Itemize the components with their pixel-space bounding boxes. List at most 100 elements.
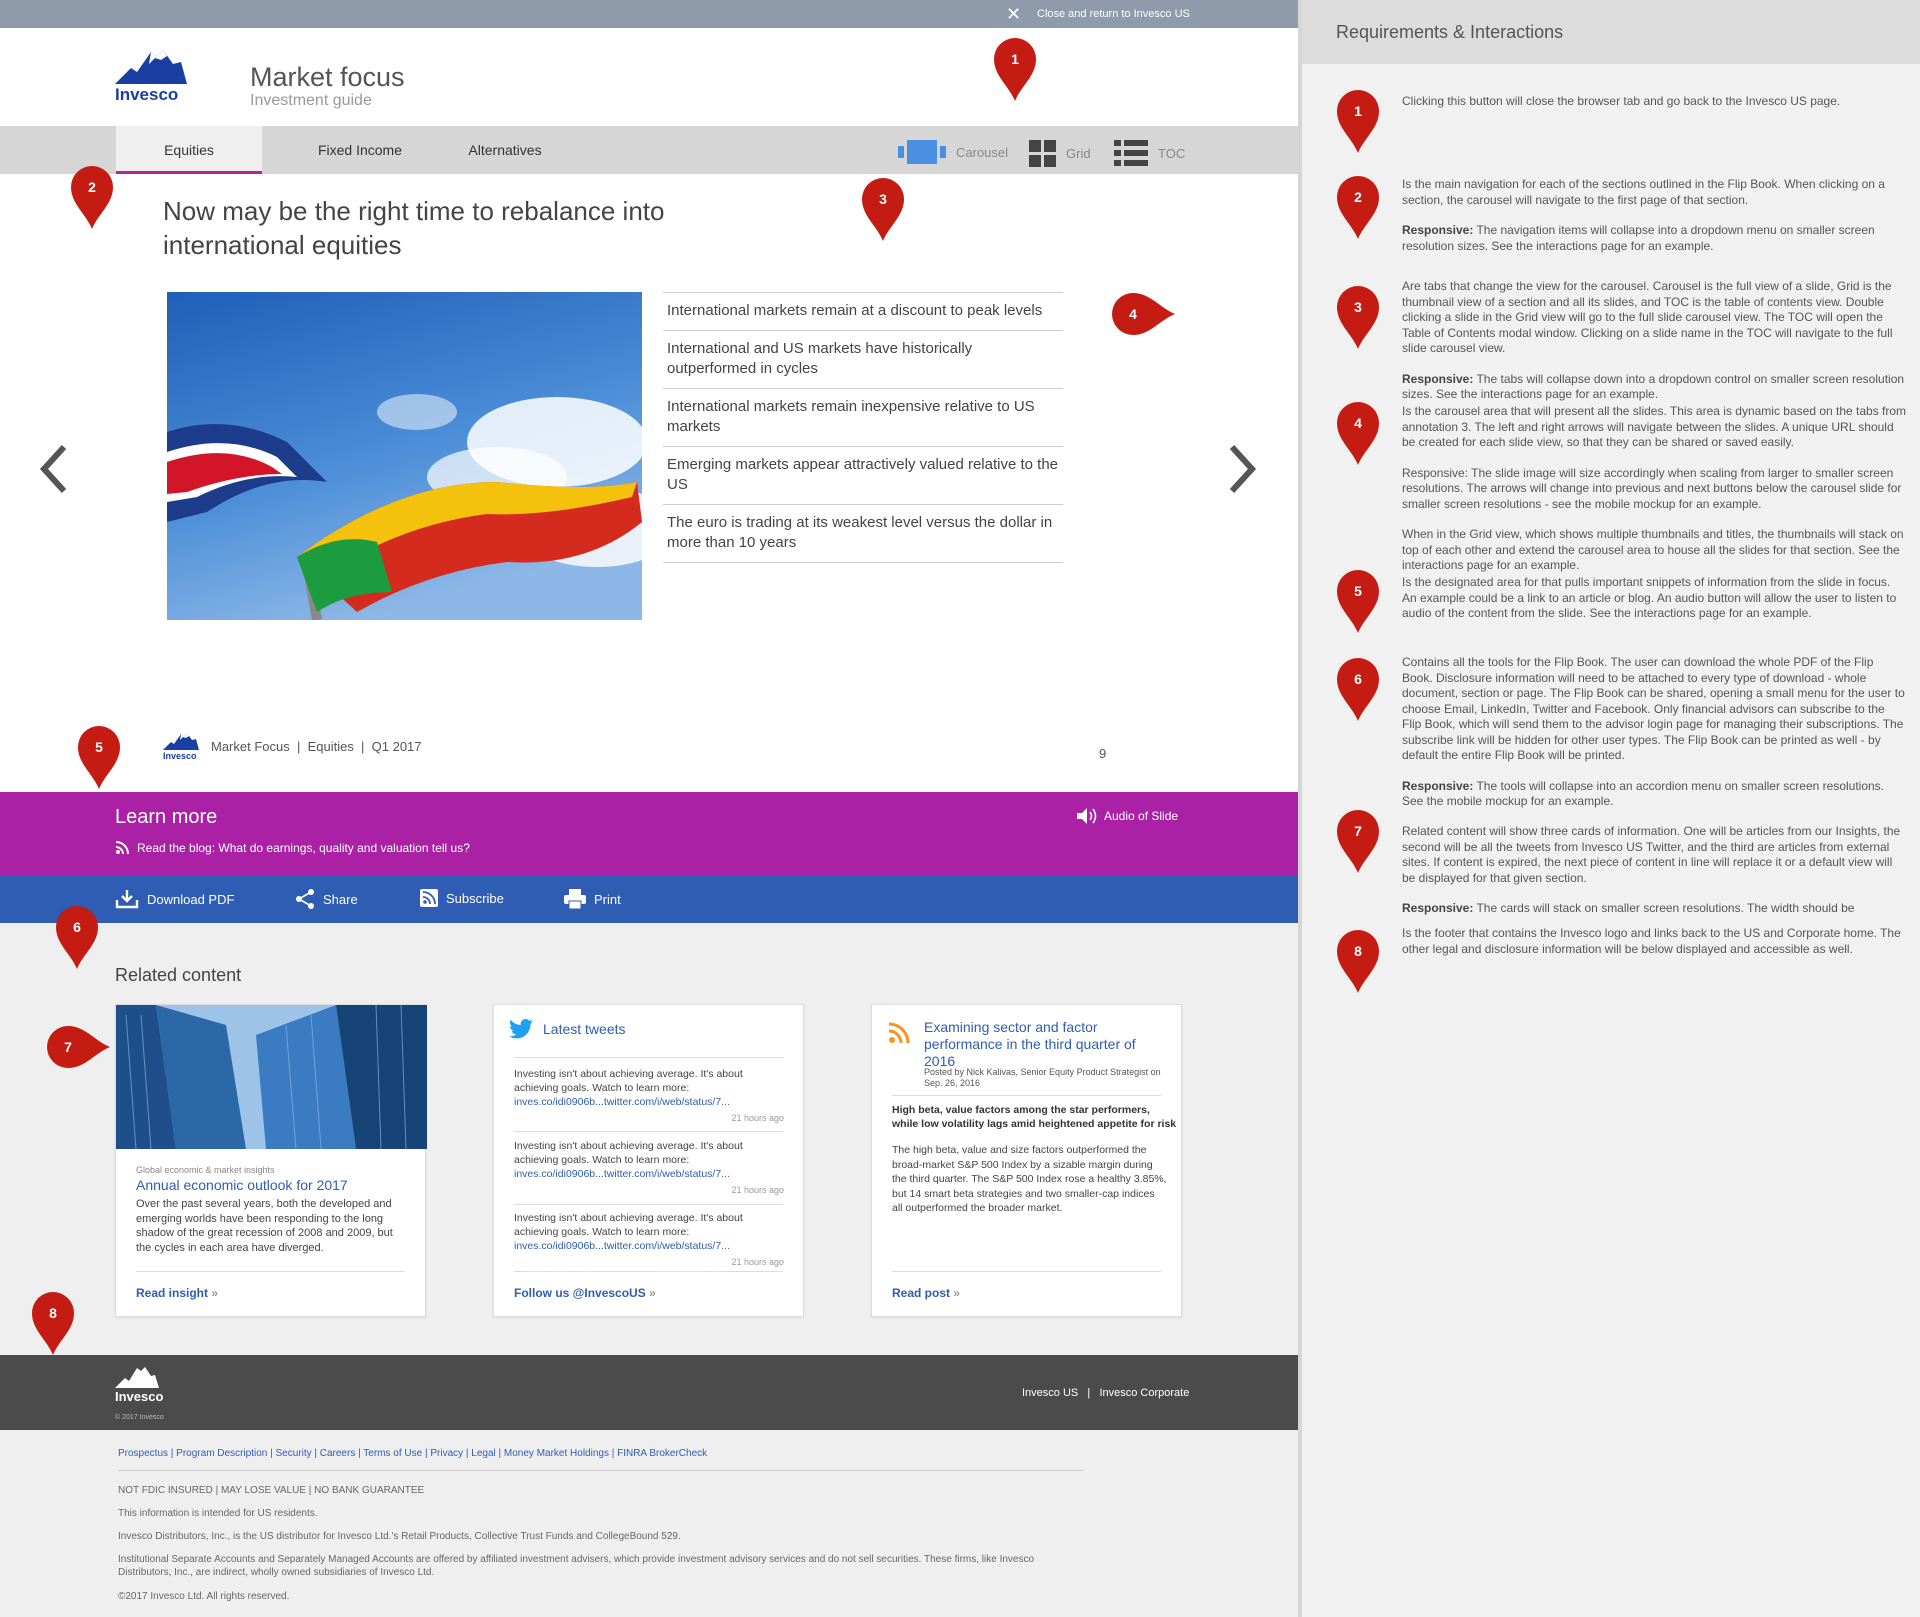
skyscraper-photo <box>116 1005 427 1149</box>
annotation-pin-1: 1 <box>1335 88 1381 154</box>
close-icon[interactable]: ✕ <box>1006 5 1021 23</box>
audio-button[interactable]: Audio of Slide <box>1076 807 1178 825</box>
tweet-link[interactable]: inves.co/idi0906b...twitter.com/i/web/st… <box>514 1240 730 1252</box>
svg-text:3: 3 <box>879 191 887 207</box>
logo-wordmark: Invesco <box>115 85 179 104</box>
tab-fixed-income[interactable]: Fixed Income <box>290 126 430 174</box>
annotation-pin-5: 5 <box>1335 568 1381 634</box>
audio-label: Audio of Slide <box>1104 809 1179 823</box>
top-bar: ✕ Close and return to Invesco US <box>0 0 1298 28</box>
legal-line: Institutional Separate Accounts and Sepa… <box>118 1554 1035 1578</box>
invesco-mountain-icon <box>115 48 187 84</box>
close-return-link[interactable]: Close and return to Invesco US <box>1037 8 1190 20</box>
annotation-pin-7: 7 <box>1335 808 1381 874</box>
annotation-pin-2: 2 <box>69 164 115 230</box>
print-button[interactable]: Print <box>564 889 621 909</box>
blog-link[interactable]: Read the blog: What do earnings, quality… <box>115 841 470 855</box>
flags-photo <box>167 292 642 620</box>
read-insight-link[interactable]: Read insight » <box>136 1286 218 1300</box>
post-title[interactable]: Examining sector and factor performance … <box>924 1019 1164 1070</box>
requirement-5: Is the designated area for that pulls im… <box>1402 575 1897 620</box>
printer-icon <box>564 889 586 909</box>
footer-copyright: © 2017 Invesco <box>115 1414 164 1421</box>
requirement-3: Are tabs that change the view for the ca… <box>1402 279 1905 401</box>
legal-line: NOT FDIC INSURED | MAY LOSE VALUE | NO B… <box>118 1485 425 1496</box>
insight-title[interactable]: Annual economic outlook for 2017 <box>136 1177 348 1193</box>
annotation-pin-3: 3 <box>1335 284 1381 350</box>
legal-links[interactable]: Prospectus | Program Description | Secur… <box>118 1448 707 1459</box>
flipbook-mockup: ✕ Close and return to Invesco US Invesco… <box>0 0 1298 1617</box>
svg-text:2: 2 <box>88 179 96 195</box>
tab-alternatives[interactable]: Alternatives <box>444 126 566 174</box>
learn-more-title: Learn more <box>115 806 218 828</box>
requirement-7: Related content will show three cards of… <box>1402 824 1901 915</box>
download-pdf-button[interactable]: Download PDF <box>115 889 234 909</box>
footer-logo[interactable]: Invesco <box>115 1366 163 1404</box>
view-tab-carousel[interactable]: Carousel <box>898 140 1008 164</box>
svg-text:6: 6 <box>1354 671 1362 687</box>
carousel-slide: Now may be the right time to rebalance i… <box>0 174 1298 792</box>
share-button[interactable]: Share <box>295 889 358 909</box>
tweet-item: Investing isn't about achieving average.… <box>514 1211 784 1267</box>
requirement-2: Is the main navigation for each of the s… <box>1402 177 1885 253</box>
invesco-logo[interactable]: Invesco <box>115 48 187 105</box>
carousel-icon <box>898 140 946 164</box>
insight-card: Global economic & market insights Annual… <box>115 1004 427 1317</box>
slide-footer-text: Market Focus | Equities | Q1 2017 <box>211 739 422 754</box>
panel-title: Requirements & Interactions <box>1336 22 1564 42</box>
chevron-left-icon[interactable] <box>38 444 68 494</box>
invesco-mountain-icon <box>115 1367 159 1388</box>
view-tab-toc[interactable]: TOC <box>1114 140 1185 167</box>
tweets-title: Latest tweets <box>543 1021 626 1037</box>
slide-bullet-list: International markets remain at a discou… <box>663 292 1063 563</box>
tweet-link[interactable]: inves.co/idi0906b...twitter.com/i/web/st… <box>514 1096 730 1108</box>
post-body: The high beta, value and size factors ou… <box>892 1144 1167 1214</box>
annotation-pin-6: 6 <box>54 904 100 970</box>
annotation-pin-4: 4 <box>1335 400 1381 466</box>
svg-text:7: 7 <box>64 1039 72 1055</box>
twitter-bird-icon <box>509 1019 533 1039</box>
list-item: The euro is trading at its weakest level… <box>663 505 1063 563</box>
annotation-pin-8: 8 <box>30 1290 76 1356</box>
header: Invesco Market focus Investment guide <box>0 28 1298 126</box>
logo-wordmark: Invesco <box>163 751 197 761</box>
panel-header: Requirements & Interactions <box>1302 0 1920 64</box>
svg-text:4: 4 <box>1129 306 1137 322</box>
chevron-right-icon[interactable] <box>1228 444 1258 494</box>
requirement-1: Clicking this button will close the brow… <box>1402 94 1841 108</box>
share-icon <box>296 889 314 909</box>
view-tab-grid[interactable]: Grid <box>1029 140 1091 167</box>
slide-title: Now may be the right time to rebalance i… <box>163 196 665 260</box>
tab-equities[interactable]: Equities <box>116 126 262 180</box>
svg-text:8: 8 <box>49 1305 57 1321</box>
requirement-4: Is the carousel area that will present a… <box>1402 404 1907 572</box>
list-item: International and US markets have histor… <box>663 331 1063 389</box>
post-lede: High beta, value factors among the star … <box>892 1104 1177 1130</box>
divider <box>118 1470 1083 1471</box>
svg-text:1: 1 <box>1011 51 1019 67</box>
svg-text:5: 5 <box>1354 583 1362 599</box>
svg-text:4: 4 <box>1354 415 1362 431</box>
download-icon <box>115 890 139 909</box>
read-post-link[interactable]: Read post » <box>892 1286 960 1300</box>
tool-label: Download PDF <box>147 891 235 907</box>
follow-us-link[interactable]: Follow us @InvescoUS » <box>514 1286 656 1300</box>
tools-bar: Download PDF Share Subscribe Print <box>0 875 1298 923</box>
requirements-panel: Requirements & Interactions 1 Clicking t… <box>1298 0 1920 1617</box>
tool-label: Print <box>594 891 621 907</box>
tweet-item: Investing isn't about achieving average.… <box>514 1067 784 1123</box>
subscribe-button[interactable]: Subscribe <box>420 889 504 907</box>
tweet-text: Investing isn't about achieving average.… <box>514 1140 743 1180</box>
tweet-text: Investing isn't about achieving average.… <box>514 1068 743 1108</box>
annotation-pin-4: 4 <box>1110 291 1176 337</box>
tool-label: Subscribe <box>446 890 504 906</box>
rss-icon <box>115 841 129 855</box>
blog-link-text: Read the blog: What do earnings, quality… <box>137 841 470 855</box>
logo-wordmark: Invesco <box>115 1389 164 1404</box>
rss-icon <box>420 889 438 907</box>
grid-icon <box>1029 140 1056 167</box>
tweet-link[interactable]: inves.co/idi0906b...twitter.com/i/web/st… <box>514 1168 730 1180</box>
page-subtitle: Investment guide <box>250 92 372 109</box>
footer-links[interactable]: Invesco US | Invesco Corporate <box>1022 1387 1189 1399</box>
footer: Invesco © 2017 Invesco Invesco US | Inve… <box>0 1355 1298 1430</box>
